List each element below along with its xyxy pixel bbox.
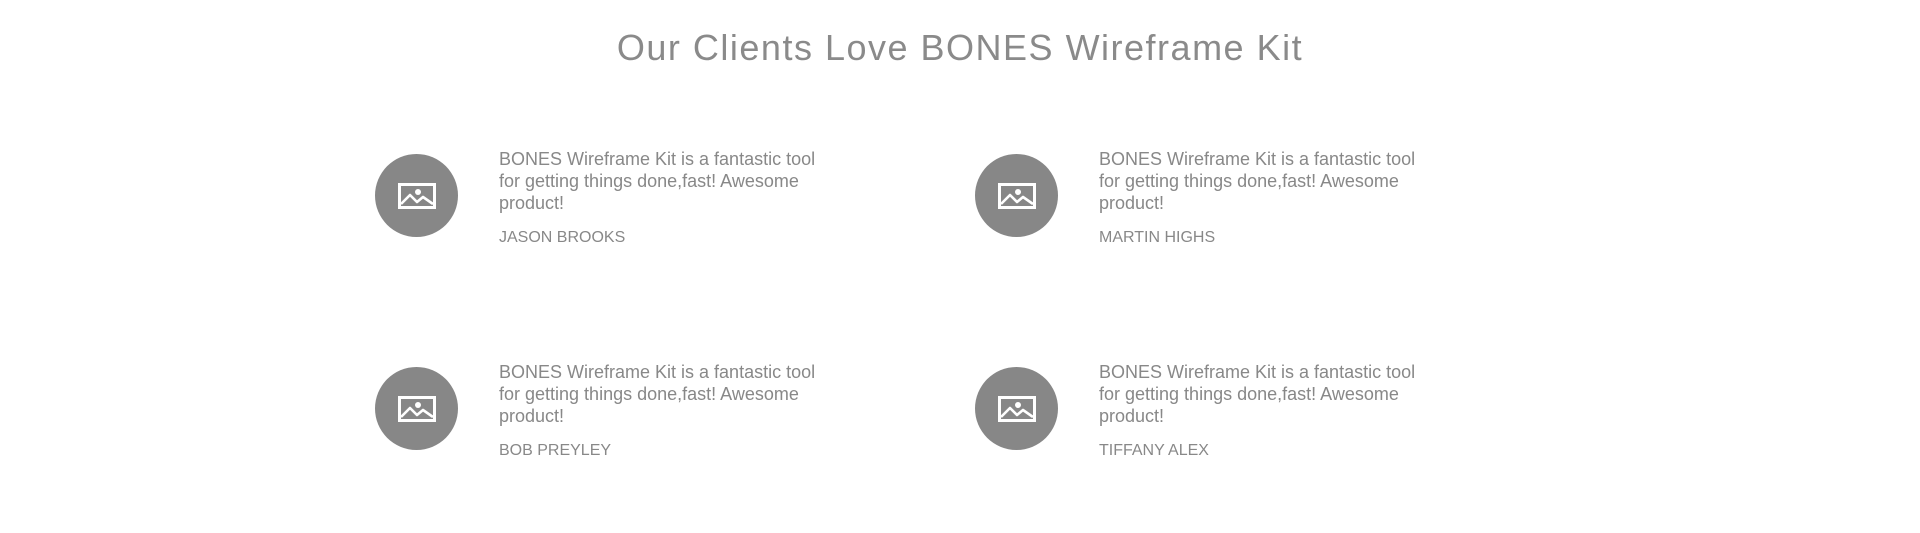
avatar xyxy=(975,367,1058,450)
avatar xyxy=(975,154,1058,237)
testimonial-author: BOB PREYLEY xyxy=(499,442,612,459)
testimonial-author: JASON BROOKS xyxy=(499,229,626,246)
testimonial-author: MARTIN HIGHS xyxy=(1099,229,1216,246)
image-placeholder-icon xyxy=(997,395,1036,422)
testimonial-quote: BONES Wireframe Kit is a fantastic tool … xyxy=(499,362,816,426)
image-placeholder-icon xyxy=(397,182,436,209)
image-placeholder-icon xyxy=(397,395,436,422)
section-title: Our Clients Love BONES Wireframe Kit xyxy=(616,27,1304,68)
image-placeholder-icon xyxy=(997,182,1036,209)
testimonial-quote: BONES Wireframe Kit is a fantastic tool … xyxy=(1099,149,1416,213)
testimonial-author: TIFFANY ALEX xyxy=(1099,442,1209,459)
avatar xyxy=(375,367,458,450)
testimonial-card: BONES Wireframe Kit is a fantastic tool … xyxy=(375,361,935,471)
testimonial-card: BONES Wireframe Kit is a fantastic tool … xyxy=(975,148,1535,258)
testimonial-quote: BONES Wireframe Kit is a fantastic tool … xyxy=(1099,362,1416,426)
testimonial-card: BONES Wireframe Kit is a fantastic tool … xyxy=(975,361,1535,471)
testimonial-card: BONES Wireframe Kit is a fantastic tool … xyxy=(375,148,935,258)
testimonial-quote: BONES Wireframe Kit is a fantastic tool … xyxy=(499,149,816,213)
avatar xyxy=(375,154,458,237)
